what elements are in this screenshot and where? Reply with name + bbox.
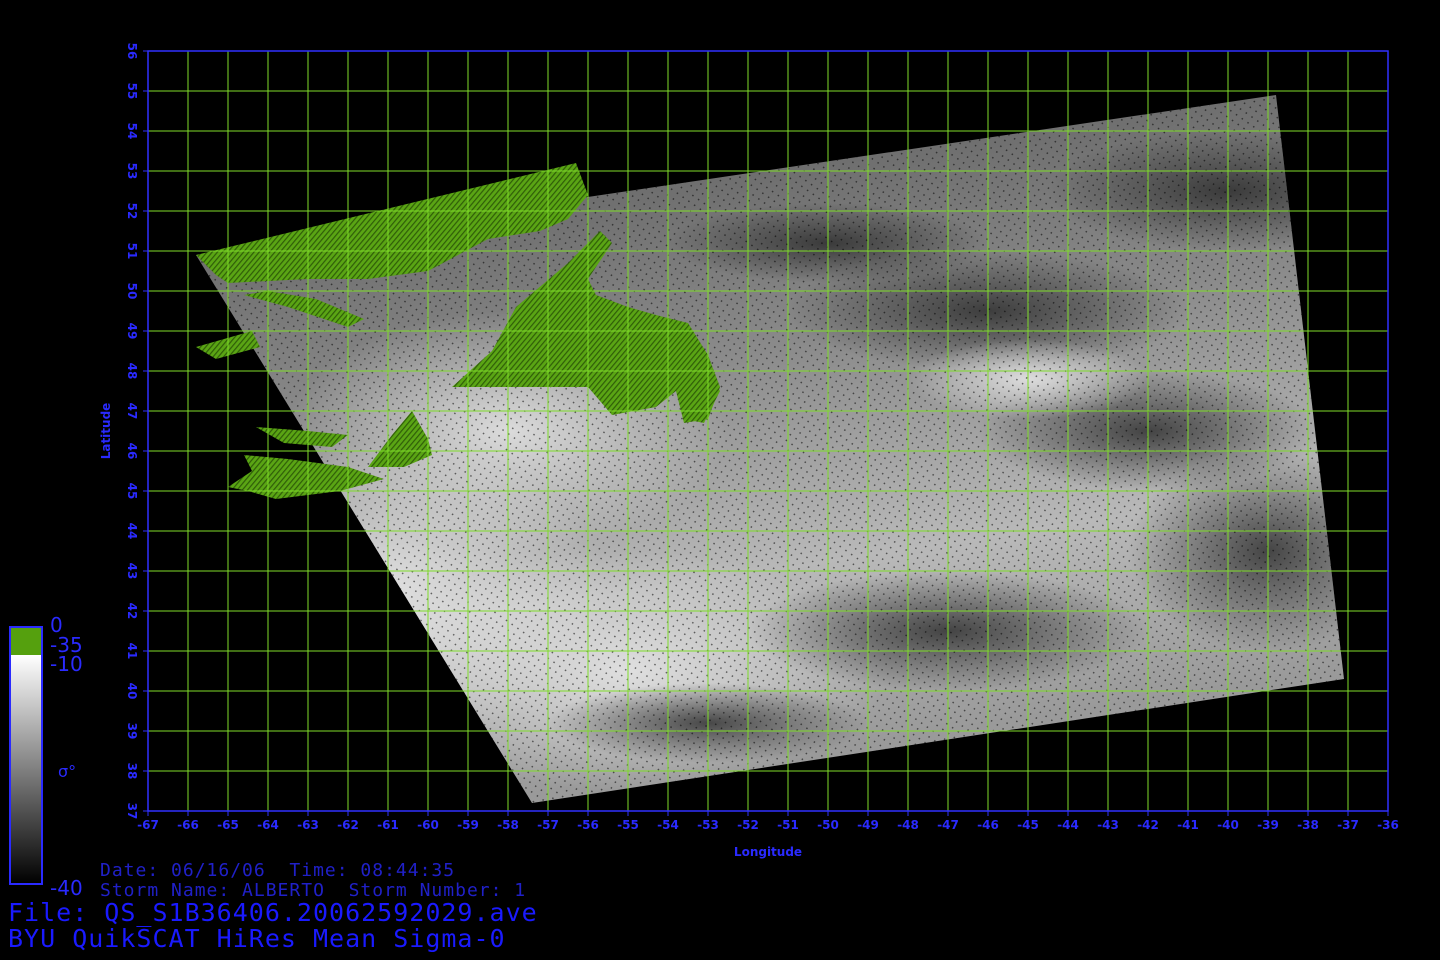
lon-tick-label: -53: [697, 818, 719, 832]
lat-tick-label: 39: [125, 723, 139, 740]
lon-tick-label: -63: [297, 818, 319, 832]
lat-tick-label: 50: [125, 283, 139, 300]
lat-tick-label: 43: [125, 563, 139, 580]
x-axis-label: Longitude: [734, 845, 802, 859]
lon-tick-label: -40: [1217, 818, 1239, 832]
lon-tick-label: -41: [1177, 818, 1199, 832]
lon-tick-label: -67: [137, 818, 159, 832]
lon-tick-label: -45: [1017, 818, 1039, 832]
lat-tick-label: 44: [125, 523, 139, 540]
colorbar-bottom-label: -40: [50, 876, 83, 900]
lat-tick-label: 40: [125, 683, 139, 700]
y-axis-label: Latitude: [99, 403, 113, 460]
lon-tick-label: -58: [497, 818, 519, 832]
lon-tick-label: -62: [337, 818, 359, 832]
colorbar-sigma-symbol: σ°: [58, 762, 77, 781]
lon-tick-label: -38: [1297, 818, 1319, 832]
lon-tick-label: -48: [897, 818, 919, 832]
lat-tick-label: 55: [125, 83, 139, 100]
lat-tick-label: 53: [125, 163, 139, 180]
lon-tick-label: -50: [817, 818, 839, 832]
lon-tick-label: -39: [1257, 818, 1279, 832]
file-line: File: QS_S1B36406.20062592029.ave: [8, 898, 538, 927]
lon-tick-label: -44: [1057, 818, 1079, 832]
lat-tick-label: 38: [125, 763, 139, 780]
lon-tick-label: -65: [217, 818, 239, 832]
lon-tick-label: -66: [177, 818, 199, 832]
swath-speckle: [196, 95, 1344, 803]
lat-tick-label: 48: [125, 363, 139, 380]
latitude-tick-labels: 37 38 39 40 41 42 43 44 45 46 47 48 49 50 51 52 53 54 55 56: [125, 43, 148, 820]
product-title: BYU QuikSCAT HiRes Mean Sigma-0: [8, 924, 506, 953]
lat-tick-label: 41: [125, 643, 139, 660]
lat-tick-label: 37: [125, 803, 139, 820]
sigma0-map: -67 -66 -65 -64 -63 -62 -61 -60 -59 -58 -57 -56 -55 -…: [9, 43, 1399, 885]
lon-tick-label: -60: [417, 818, 439, 832]
lat-tick-label: 49: [125, 323, 139, 340]
lon-tick-label: -55: [617, 818, 639, 832]
lat-tick-label: 42: [125, 603, 139, 620]
lon-tick-label: -36: [1377, 818, 1399, 832]
lon-tick-label: -57: [537, 818, 559, 832]
lat-tick-label: 45: [125, 483, 139, 500]
lat-tick-label: 47: [125, 403, 139, 420]
lat-tick-label: 54: [125, 123, 139, 140]
lon-tick-label: -43: [1097, 818, 1119, 832]
lon-tick-label: -54: [657, 818, 679, 832]
swath-image: [196, 95, 1344, 803]
lon-tick-label: -51: [777, 818, 799, 832]
colorbar: [9, 626, 43, 885]
date-time-line: Date: 06/16/06 Time: 08:44:35: [100, 860, 456, 881]
lon-tick-label: -49: [857, 818, 879, 832]
lat-tick-label: 56: [125, 43, 139, 60]
lon-tick-label: -52: [737, 818, 759, 832]
lat-tick-label: 46: [125, 443, 139, 460]
lon-tick-label: -46: [977, 818, 999, 832]
lon-tick-label: -42: [1137, 818, 1159, 832]
lat-tick-label: 52: [125, 203, 139, 220]
swath-texture: [196, 95, 1344, 803]
lat-tick-label: 51: [125, 243, 139, 260]
lon-tick-label: -64: [257, 818, 279, 832]
longitude-tick-labels: -67 -66 -65 -64 -63 -62 -61 -60 -59 -58 -57 -56 -55 -…: [137, 811, 1399, 832]
lon-tick-label: -59: [457, 818, 479, 832]
lon-tick-label: -56: [577, 818, 599, 832]
colorbar-gradient: [10, 655, 42, 884]
lon-tick-label: -37: [1337, 818, 1359, 832]
colorbar-upper-label: -10: [50, 652, 83, 676]
lon-tick-label: -47: [937, 818, 959, 832]
lon-tick-label: -61: [377, 818, 399, 832]
colorbar-land-swatch: [10, 627, 42, 655]
